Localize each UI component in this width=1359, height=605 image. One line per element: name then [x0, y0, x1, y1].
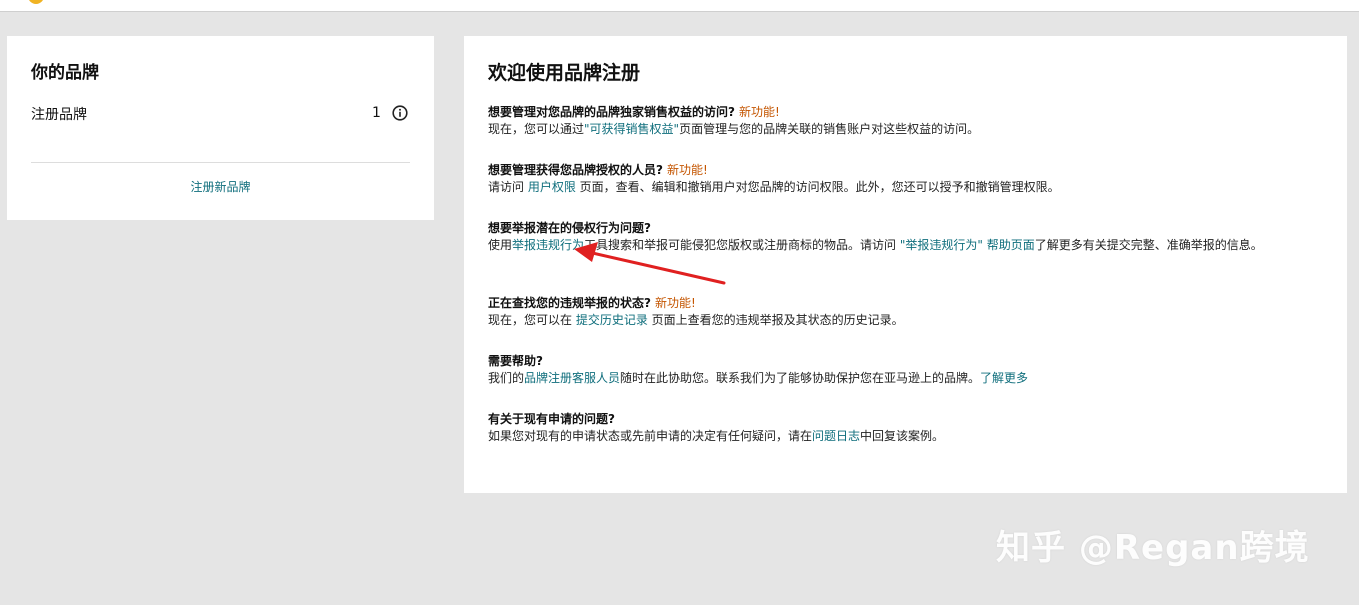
your-brands-card: 你的品牌 注册品牌 1 注册新品牌 — [7, 36, 434, 220]
red-annotation-arrow-icon — [574, 242, 726, 285]
info-circle-icon[interactable] — [392, 105, 408, 121]
body-text: 页面，查看、编辑和撤销用户对您品牌的访问权限。此外，您还可以授予和撤销管理权限。 — [575, 180, 1060, 194]
body-text: 随时在此协助您。联系我们为了能够协助保护您在亚马逊上的品牌。 — [620, 371, 981, 385]
section-sales-rights: 想要管理对您品牌的品牌独家销售权益的访问? 新功能! 现在，您可以通过"可获得销售… — [488, 104, 1318, 138]
body-text: 了解更多有关提交完整、准确举报的信息。 — [1034, 238, 1263, 252]
body-text: 页面管理与您的品牌关联的销售账户对这些权益的访问。 — [679, 122, 980, 136]
brand-support-link[interactable]: 品牌注册客服人员 — [524, 371, 620, 385]
section-need-help: 需要帮助? 我们的品牌注册客服人员随时在此协助您。联系我们为了能够协助保护您在亚… — [488, 353, 1318, 387]
registered-brands-count: 1 — [372, 105, 381, 121]
register-new-brand-link[interactable]: 注册新品牌 — [7, 178, 434, 195]
body-text: 现在，您可以在 — [488, 313, 576, 327]
registered-brands-label: 注册品牌 — [31, 107, 87, 123]
body-text: 中回复该案例。 — [860, 429, 945, 443]
new-feature-badge: 新功能! — [738, 105, 780, 119]
section-question: 想要管理对您品牌的品牌独家销售权益的访问? — [488, 105, 735, 119]
body-text: 请访问 — [488, 180, 528, 194]
body-text: 现在，您可以通过 — [488, 122, 585, 136]
report-violation-help-link[interactable]: "举报违规行为" 帮助页面 — [900, 238, 1035, 252]
top-bar — [0, 0, 1359, 12]
section-report-status: 正在查找您的违规举报的状态? 新功能! 现在，您可以在 提交历史记录 页面上查看您… — [488, 295, 1318, 329]
body-text: 我们的 — [488, 371, 525, 385]
section-question: 正在查找您的违规举报的状态? — [488, 296, 651, 310]
section-question: 有关于现有申请的问题? — [488, 412, 615, 426]
submission-history-link[interactable]: 提交历史记录 — [576, 313, 648, 327]
divider — [31, 162, 410, 163]
section-question: 需要帮助? — [488, 354, 543, 368]
section-existing-applications: 有关于现有申请的问题? 如果您对现有的申请状态或先前申请的决定有任何疑问，请在问… — [488, 411, 1318, 445]
user-permissions-link[interactable]: 用户权限 — [528, 180, 576, 194]
new-feature-badge: 新功能! — [666, 163, 708, 177]
new-feature-badge: 新功能! — [654, 296, 696, 310]
body-text: 页面上查看您的违规举报及其状态的历史记录。 — [647, 313, 904, 327]
section-question: 想要管理获得您品牌授权的人员? — [488, 163, 663, 177]
body-text: 如果您对现有的申请状态或先前申请的决定有任何疑问，请在 — [488, 429, 813, 443]
logo-icon — [28, 0, 44, 4]
body-text: 使用 — [488, 238, 513, 252]
sales-rights-link[interactable]: "可获得销售权益" — [584, 122, 679, 136]
learn-more-link[interactable]: 了解更多 — [980, 371, 1028, 385]
section-user-permissions: 想要管理获得您品牌授权的人员? 新功能! 请访问 用户权限 页面，查看、编辑和撤销… — [488, 162, 1318, 196]
your-brands-title: 你的品牌 — [31, 63, 99, 83]
watermark: 知乎 @Regan跨境 — [996, 528, 1310, 568]
case-log-link[interactable]: 问题日志 — [812, 429, 860, 443]
welcome-title: 欢迎使用品牌注册 — [488, 62, 641, 84]
